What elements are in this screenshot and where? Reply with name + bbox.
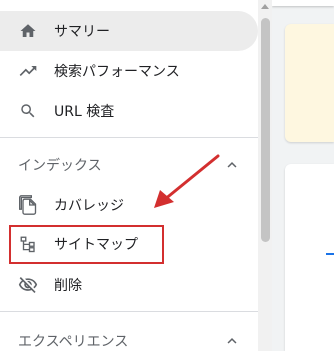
sidebar-item-label: サイトマップ — [54, 237, 138, 253]
search-icon — [18, 101, 38, 121]
sidebar-item-summary[interactable]: サマリー — [0, 11, 258, 51]
section-title: エクスペリエンス — [18, 334, 129, 350]
top-card — [272, 0, 334, 6]
sidebar-item-removals[interactable]: 削除 — [0, 265, 258, 305]
chart-line — [326, 253, 334, 255]
divider — [0, 311, 258, 312]
divider — [0, 137, 258, 138]
sidebar-item-label: 検索パフォーマンス — [54, 64, 180, 80]
sidebar-item-label: URL 検査 — [54, 104, 115, 120]
sidebar-item-label: サマリー — [54, 24, 110, 40]
sidebar-item-performance[interactable]: 検索パフォーマンス — [0, 51, 258, 91]
scrollbar-thumb[interactable] — [261, 18, 270, 242]
scroll-up-icon[interactable] — [261, 4, 269, 9]
sidebar-item-label: 削除 — [54, 278, 82, 294]
trending-up-icon — [18, 61, 38, 81]
sidebar-item-label: カバレッジ — [54, 198, 124, 214]
chevron-up-icon — [222, 331, 242, 351]
home-icon — [18, 21, 38, 41]
sitemap-icon — [18, 234, 38, 254]
notice-card — [285, 24, 334, 142]
sidebar-item-url-inspection[interactable]: URL 検査 — [0, 91, 258, 131]
file-copy-icon — [18, 195, 38, 215]
content-card — [285, 164, 334, 351]
section-header-experience[interactable]: エクスペリエンス — [0, 323, 258, 351]
sidebar-item-sitemaps[interactable]: サイトマップ — [0, 224, 258, 264]
visibility-off-icon — [18, 275, 38, 295]
chevron-up-icon — [222, 155, 242, 175]
annotation-arrow-icon — [154, 154, 220, 208]
